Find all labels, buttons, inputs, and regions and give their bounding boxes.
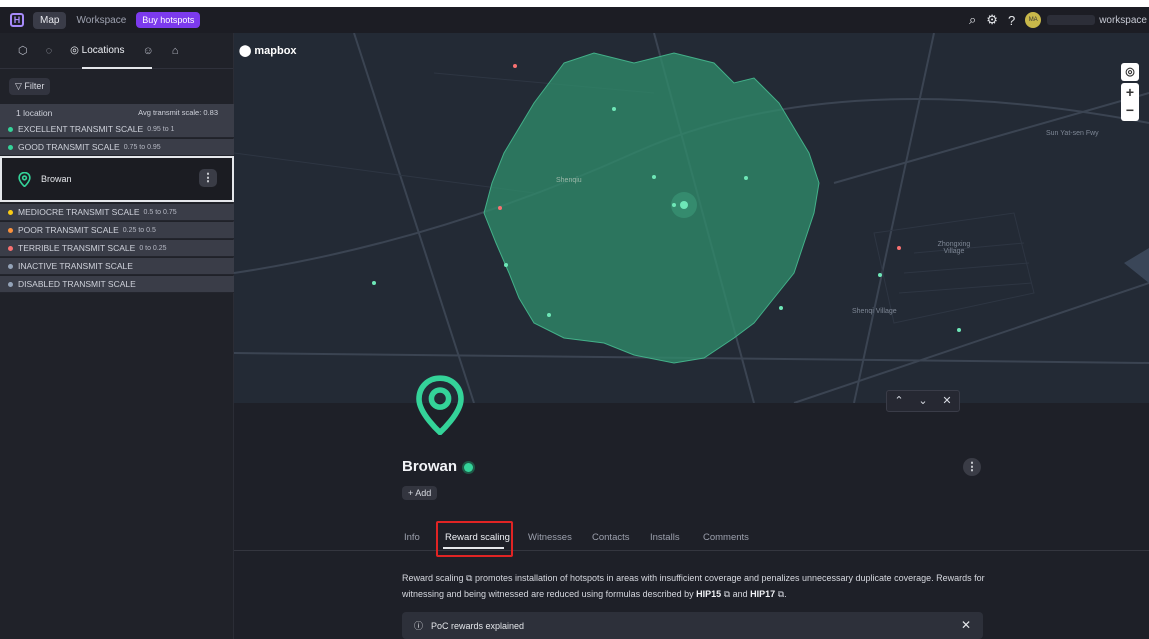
avg-transmit-scale: Avg transmit scale: 0.83 xyxy=(138,108,218,117)
scale-label: POOR TRANSMIT SCALE xyxy=(18,225,119,235)
scale-row[interactable]: POOR TRANSMIT SCALE 0.25 to 0.5 xyxy=(0,222,234,239)
scale-dot xyxy=(8,144,13,150)
map-label-highway: Sun Yat-sen Fwy xyxy=(1046,130,1099,137)
locate-me-button[interactable]: ◎ xyxy=(1121,63,1139,81)
hip15-link[interactable]: HIP15 xyxy=(696,589,721,599)
active-tab-indicator xyxy=(82,67,152,69)
scale-range: 0 to 0.25 xyxy=(139,244,167,252)
scale-label: EXCELLENT TRANSMIT SCALE xyxy=(18,124,144,134)
location-item-browan[interactable]: Browan ⋮ xyxy=(0,156,234,202)
location-pin-icon xyxy=(18,171,31,187)
nav-map-button[interactable]: Map xyxy=(33,11,67,29)
redacted-username xyxy=(1047,15,1096,25)
scale-dot xyxy=(8,126,13,132)
sidebar: ⬡ ◌ ◎ Locations ☺ ⌂ ▽ Filter 1 location … xyxy=(0,33,234,639)
buy-hotspots-button[interactable]: Buy hotspots xyxy=(136,12,201,28)
location-title-text: Browan xyxy=(402,458,458,475)
map-label-shenqiu: Shenqiu xyxy=(556,177,582,184)
location-title: Browan xyxy=(402,458,474,475)
map-label-zhongxing: Zhongxing Village xyxy=(937,241,971,255)
avatar[interactable]: MA xyxy=(1025,12,1042,28)
scale-row[interactable]: GOOD TRANSMIT SCALE 0.75 to 0.95 xyxy=(0,139,234,156)
gear-icon[interactable]: ⚙ xyxy=(986,12,998,28)
nav-workspace-link[interactable]: Workspace xyxy=(76,15,126,26)
map-canvas xyxy=(234,33,1149,403)
highlight-box xyxy=(436,521,513,557)
poc-rewards-accordion[interactable]: ⓘ PoC rewards explained ✕ xyxy=(402,612,983,639)
tab-hexagon-icon[interactable]: ⬡ xyxy=(18,44,28,57)
detail-panel xyxy=(234,403,1149,639)
detail-menu-button[interactable]: ⋮ xyxy=(963,458,981,476)
tab-locations-label: Locations xyxy=(81,45,125,56)
tab-coverage-icon[interactable]: ◌ xyxy=(46,45,53,57)
scale-dot xyxy=(8,209,13,215)
zoom-out-button[interactable]: − xyxy=(1121,101,1139,119)
tab-contacts[interactable]: Contacts xyxy=(592,532,630,543)
zoom-controls: + − xyxy=(1121,83,1139,121)
scale-range: 0.75 to 0.95 xyxy=(123,143,161,151)
locations-summary: 1 location Avg transmit scale: 0.83 xyxy=(0,104,234,121)
workspace-name[interactable]: workspace xyxy=(1099,15,1147,26)
info-icon: ⓘ xyxy=(414,621,424,631)
top-bar: H Map Workspace Buy hotspots ⌕ ⚙ ? MA wo… xyxy=(0,7,1149,33)
chevron-down-icon[interactable]: ⌄ xyxy=(911,391,935,411)
coverage-hex-area xyxy=(483,52,820,364)
reward-scaling-link[interactable]: Reward scaling xyxy=(402,573,464,583)
scale-row[interactable]: EXCELLENT TRANSMIT SCALE 0.95 to 1 xyxy=(0,121,234,138)
location-count: 1 location xyxy=(16,107,53,118)
status-dot xyxy=(464,462,474,472)
mapbox-label: mapbox xyxy=(254,45,297,57)
tab-user-icon[interactable]: ☺ xyxy=(142,45,153,57)
hip17-link[interactable]: HIP17 xyxy=(750,589,775,599)
scale-range: 0.5 to 0.75 xyxy=(143,208,177,216)
scale-row[interactable]: DISABLED TRANSMIT SCALE xyxy=(0,276,234,293)
scale-dot xyxy=(8,245,13,251)
location-menu-button[interactable]: ⋮ xyxy=(199,169,217,187)
tab-installs[interactable]: Installs xyxy=(650,532,680,543)
scale-dot xyxy=(8,281,13,287)
description-body: promotes installation of hotspots in are… xyxy=(402,573,985,599)
tab-witnesses[interactable]: Witnesses xyxy=(528,532,572,543)
tab-comments[interactable]: Comments xyxy=(703,532,749,543)
sidebar-tabs: ⬡ ◌ ◎ Locations ☺ ⌂ xyxy=(0,33,233,69)
detail-tabs: Info Reward scaling Witnesses Contacts I… xyxy=(234,523,1149,551)
tab-locations[interactable]: ◎ Locations xyxy=(70,45,124,56)
scale-label: INACTIVE TRANSMIT SCALE xyxy=(18,261,133,271)
filter-button[interactable]: ▽ Filter xyxy=(9,78,51,95)
poc-label: PoC rewards explained xyxy=(431,620,525,631)
scale-row[interactable]: MEDIOCRE TRANSMIT SCALE 0.5 to 0.75 xyxy=(0,204,234,221)
top-right-controls: ⌕ ⚙ ? MA workspace xyxy=(969,7,1149,33)
map-view[interactable]: ⬤ mapbox Shenqiu Sun Yat-sen Fwy Zhongxi… xyxy=(234,33,1149,403)
scale-label: DISABLED TRANSMIT SCALE xyxy=(18,279,136,289)
scale-dot xyxy=(8,263,13,269)
and-text: and xyxy=(730,589,751,599)
tab-home-icon[interactable]: ⌂ xyxy=(172,45,179,57)
app-logo[interactable]: H xyxy=(10,13,24,27)
map-label-shenqi: Shenqi Village xyxy=(852,308,897,315)
filter-label: Filter xyxy=(24,81,45,91)
tab-info[interactable]: Info xyxy=(404,532,420,543)
scale-range: 0.25 to 0.5 xyxy=(122,226,156,234)
mapbox-logo: ⬤ mapbox xyxy=(239,45,297,57)
reward-scaling-description: Reward scaling ⧉ promotes installation o… xyxy=(402,573,985,599)
search-icon[interactable]: ⌕ xyxy=(969,12,976,28)
close-icon[interactable]: ✕ xyxy=(935,391,959,411)
scale-row[interactable]: INACTIVE TRANSMIT SCALE xyxy=(0,258,234,275)
chevron-up-icon[interactable]: ⌃ xyxy=(887,391,911,411)
scale-dot xyxy=(8,227,13,233)
location-name: Browan xyxy=(41,174,72,184)
external-link-icon: ⧉ xyxy=(777,589,785,599)
scale-label: GOOD TRANSMIT SCALE xyxy=(18,142,120,152)
scale-label: TERRIBLE TRANSMIT SCALE xyxy=(18,243,136,253)
help-icon[interactable]: ? xyxy=(1008,13,1015,28)
scale-label: MEDIOCRE TRANSMIT SCALE xyxy=(18,207,140,217)
location-pin-icon-large xyxy=(416,375,464,435)
panel-nav-controls: ⌃ ⌄ ✕ xyxy=(886,390,960,412)
add-button[interactable]: + Add xyxy=(402,486,438,500)
scale-range: 0.95 to 1 xyxy=(147,125,175,133)
close-icon[interactable]: ✕ xyxy=(961,618,971,632)
zoom-in-button[interactable]: + xyxy=(1121,83,1139,101)
scale-row[interactable]: TERRIBLE TRANSMIT SCALE 0 to 0.25 xyxy=(0,240,234,257)
